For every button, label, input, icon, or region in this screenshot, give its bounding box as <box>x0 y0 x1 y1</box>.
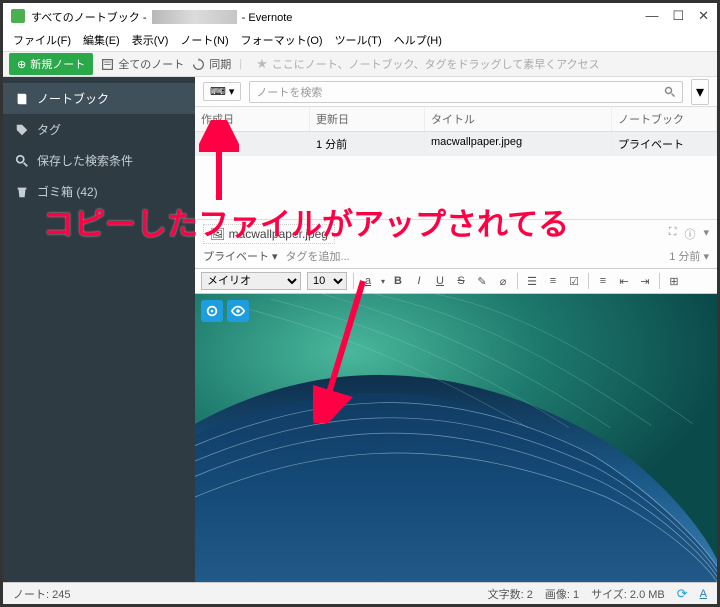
annotate-badge[interactable] <box>201 300 223 322</box>
menu-format[interactable]: フォーマット(O) <box>237 30 327 50</box>
close-button[interactable]: ✕ <box>698 8 709 24</box>
sync-button[interactable]: 同期 <box>192 56 231 72</box>
sidebar-item-notebooks[interactable]: ノートブック <box>3 83 195 114</box>
statusbar: ノート: 245 文字数: 2 画像: 1 サイズ: 2.0 MB ⟳ A <box>3 582 717 604</box>
chevron-down-icon[interactable]: ▾ <box>381 277 385 286</box>
search-icon <box>664 86 676 98</box>
bold-button[interactable]: B <box>390 275 406 287</box>
number-list-button[interactable]: ≡ <box>545 275 561 287</box>
table-row[interactable]: 1 分前 1 分前 macwallpaper.jpeg プライベート <box>195 132 717 156</box>
sidebar-item-label: 保存した検索条件 <box>37 152 133 169</box>
global-search-hint[interactable]: ★ ここにノート、ノートブック、タグをドラッグして素早くアクセス <box>250 56 711 72</box>
titlebar-left: すべてのノートブック - - Evernote <box>11 7 292 25</box>
menu-edit[interactable]: 編集(E) <box>79 30 124 50</box>
font-select[interactable]: メイリオ <box>201 272 301 290</box>
menu-file[interactable]: ファイル(F) <box>9 30 75 50</box>
outdent-button[interactable]: ⇤ <box>616 275 632 288</box>
col-notebook[interactable]: ノートブック <box>612 107 717 131</box>
maximize-button[interactable]: ☐ <box>672 8 684 24</box>
note-time: 1 分前 ▾ <box>669 248 709 264</box>
menu-help[interactable]: ヘルプ(H) <box>390 30 446 50</box>
bullet-list-button[interactable]: ☰ <box>524 275 540 288</box>
note-table: 作成日 更新日 タイトル ノートブック 1 分前 1 分前 macwallpap… <box>195 107 717 156</box>
image-badges <box>201 300 249 322</box>
content-area: ⌨▾ ノートを検索 ▾ 作成日 更新日 タイトル ノートブック 1 分前 1 分… <box>195 77 717 582</box>
censored-text <box>152 10 237 24</box>
status-size: サイズ: 2.0 MB <box>591 586 665 602</box>
attached-image[interactable] <box>195 294 717 582</box>
status-images: 画像: 1 <box>545 586 579 602</box>
window-controls: — ☐ ✕ <box>645 8 709 24</box>
sidebar: ノートブック タグ 保存した検索条件 ゴミ箱 (42) <box>3 77 195 582</box>
sidebar-item-saved-search[interactable]: 保存した検索条件 <box>3 145 195 176</box>
note-search-input[interactable]: ノートを検索 <box>249 81 683 103</box>
expand-icon[interactable]: ⛶ <box>669 226 677 242</box>
sidebar-item-label: タグ <box>37 121 61 138</box>
sidebar-item-label: ノートブック <box>37 90 109 107</box>
info-icon[interactable]: ⓘ <box>684 226 695 242</box>
plus-icon: ⊕ <box>17 58 26 71</box>
cell-notebook: プライベート <box>612 132 717 156</box>
checkbox-button[interactable]: ☑ <box>566 275 582 288</box>
cell-title: macwallpaper.jpeg <box>425 132 612 156</box>
more-icon[interactable]: ▾ <box>703 226 709 242</box>
table-button[interactable]: ⊞ <box>666 275 682 288</box>
book-icon <box>15 92 29 106</box>
col-updated[interactable]: 更新日 <box>310 107 425 131</box>
format-toolbar: メイリオ 10 a▾ B I U S ✎ ⌀ ☰ ≡ ☑ ≡ ⇤ ⇥ <box>195 268 717 294</box>
note-body[interactable] <box>195 294 717 582</box>
clear-format-button[interactable]: ⌀ <box>495 275 511 288</box>
annotation-text: コピーしたファイルがアップされてる <box>43 199 569 244</box>
sidebar-item-label: ゴミ箱 (42) <box>37 183 98 200</box>
indent-button[interactable]: ⇥ <box>637 275 653 288</box>
all-notes-button[interactable]: 全てのノート <box>101 56 184 72</box>
toolbar: ⊕ 新規ノート 全てのノート 同期 | ★ ここにノート、ノートブック、タグをド… <box>3 51 717 77</box>
highlight-button[interactable]: ✎ <box>474 275 490 288</box>
status-words: 文字数: 2 <box>488 586 533 602</box>
window-title: すべてのノートブック - - Evernote <box>31 7 292 25</box>
tag-icon <box>15 123 29 137</box>
text-stat-icon[interactable]: A <box>700 588 707 600</box>
add-tag[interactable]: タグを追加... <box>286 248 350 264</box>
sync-icon <box>192 58 205 71</box>
annotation-arrow-down <box>313 273 373 423</box>
titlebar: すべてのノートブック - - Evernote — ☐ ✕ <box>3 3 717 29</box>
annotation-arrow-up <box>199 120 239 204</box>
notelist-toolbar: ⌨▾ ノートを検索 ▾ <box>195 77 717 107</box>
notes-icon <box>101 58 114 71</box>
italic-button[interactable]: I <box>411 275 427 287</box>
minimize-button[interactable]: — <box>645 8 658 24</box>
notebook-badge[interactable]: プライベート ▾ <box>203 248 278 264</box>
col-title[interactable]: タイトル <box>425 107 612 131</box>
align-left-button[interactable]: ≡ <box>595 275 611 287</box>
sync-status-icon[interactable]: ⟳ <box>677 586 688 602</box>
new-note-button[interactable]: ⊕ 新規ノート <box>9 53 93 75</box>
menubar: ファイル(F) 編集(E) 表示(V) ノート(N) フォーマット(O) ツール… <box>3 29 717 51</box>
status-left: ノート: 245 <box>13 586 70 602</box>
view-toggle[interactable]: ⌨▾ <box>203 82 241 101</box>
chevron-down-icon: ▾ <box>229 85 235 98</box>
menu-view[interactable]: 表示(V) <box>128 30 173 50</box>
app-icon <box>11 9 25 23</box>
chevron-down-icon: ▾ <box>272 250 278 263</box>
search-icon <box>15 154 29 168</box>
underline-button[interactable]: U <box>432 275 448 287</box>
dropdown-button[interactable]: ▾ <box>691 79 709 105</box>
view-badge[interactable] <box>227 300 249 322</box>
menu-tools[interactable]: ツール(T) <box>331 30 386 50</box>
cell-updated: 1 分前 <box>310 132 425 156</box>
strike-button[interactable]: S <box>453 275 469 287</box>
keyboard-icon: ⌨ <box>210 85 226 98</box>
table-header: 作成日 更新日 タイトル ノートブック <box>195 107 717 132</box>
trash-icon <box>15 185 29 199</box>
menu-note[interactable]: ノート(N) <box>176 30 232 50</box>
star-icon: ★ <box>256 56 268 72</box>
sidebar-item-tags[interactable]: タグ <box>3 114 195 145</box>
